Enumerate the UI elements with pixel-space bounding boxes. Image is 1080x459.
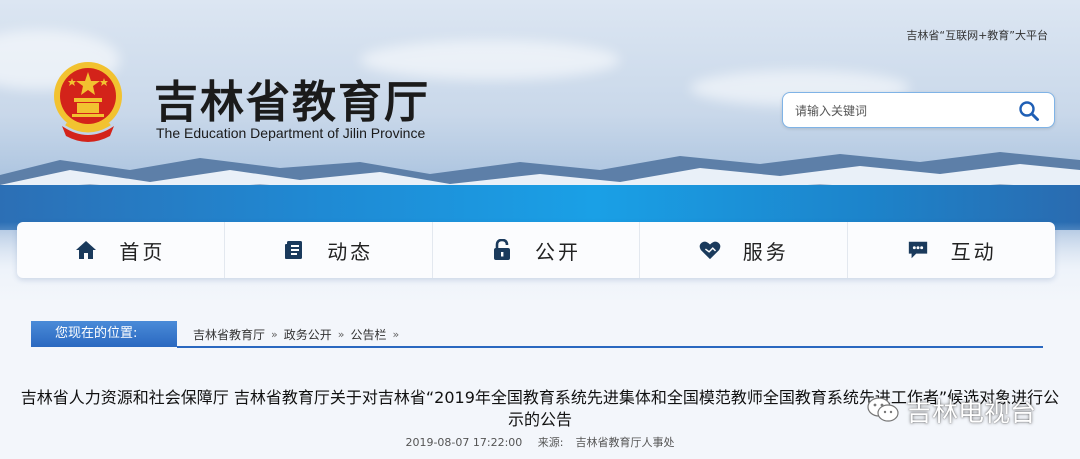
lock-icon [493,239,510,260]
nav-item-label: 互动 [950,239,997,264]
search-icon[interactable] [1018,100,1040,122]
nav-item-home[interactable]: 首页 [17,222,225,278]
breadcrumb-label: 您现在的位置: [31,321,177,347]
search-input[interactable] [795,101,1015,121]
breadcrumb-trail: 吉林省教育厅 » 政务公开 » 公告栏 » [193,326,399,343]
nav-item-news[interactable]: 动态 [225,222,433,278]
nav-item-label: 服务 [742,239,789,264]
breadcrumb: 您现在的位置: 吉林省教育厅 » 政务公开 » 公告栏 » [31,320,1043,348]
nav-item-label: 动态 [327,239,374,264]
main-nav: 首页 动态 公开 服务 互动 [17,222,1055,278]
nav-item-public[interactable]: 公开 [433,222,641,278]
handshake-heart-icon [699,241,721,260]
nav-item-service[interactable]: 服务 [640,222,849,278]
wechat-icon [867,397,899,422]
article-date: 2019-08-07 17:22:00 [405,436,523,449]
article-source: 吉林省教育厅人事处 [575,436,675,449]
site-subtitle: The Education Department of Jilin Provin… [156,125,426,141]
breadcrumb-link-public[interactable]: 政务公开 [284,326,332,343]
watermark: 吉林电视台 [866,393,1037,428]
national-emblem-icon [54,62,122,142]
internet-education-platform-link[interactable]: 吉林省“互联网+教育”大平台 [906,27,1048,43]
breadcrumb-divider [177,346,1043,348]
site-title: 吉林省教育厅 [154,77,430,128]
chat-icon [908,241,927,259]
article-source-label: 来源: [537,436,564,449]
breadcrumb-link-home[interactable]: 吉林省教育厅 [193,326,265,343]
article-meta: 2019-08-07 17:22:00 来源: 吉林省教育厅人事处 [0,434,1080,450]
search-box[interactable] [782,92,1055,128]
breadcrumb-separator: » [337,328,345,341]
document-icon [285,241,303,259]
nav-item-interaction[interactable]: 互动 [848,222,1055,278]
watermark-text: 吉林电视台 [906,397,1037,428]
nav-item-label: 首页 [119,239,166,264]
breadcrumb-separator: » [271,328,278,341]
home-icon [76,241,97,259]
breadcrumb-link-notice[interactable]: 公告栏 [351,326,387,343]
breadcrumb-separator: » [392,328,400,341]
nav-item-label: 公开 [534,239,581,264]
